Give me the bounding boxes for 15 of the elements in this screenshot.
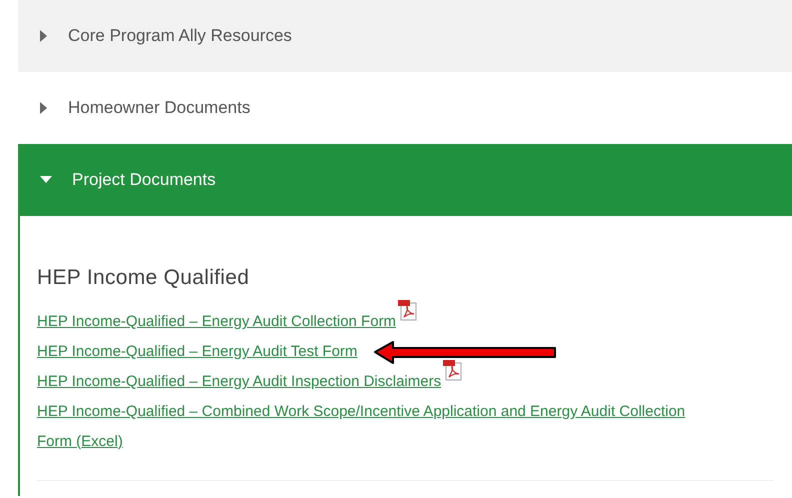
pdf-icon bbox=[442, 359, 462, 381]
caret-right-icon bbox=[40, 30, 48, 42]
document-link[interactable]: HEP Income-Qualified – Energy Audit Test Form bbox=[37, 337, 358, 367]
section-heading: HEP Income Qualified bbox=[37, 266, 250, 290]
accordion-title: Homeowner Documents bbox=[68, 98, 250, 118]
accordion-header[interactable]: Project Documents bbox=[18, 144, 792, 216]
caret-right-icon bbox=[40, 102, 48, 114]
document-link[interactable]: HEP Income-Qualified – Energy Audit Inspection Disclaimers bbox=[37, 367, 442, 397]
accordion-header[interactable]: Core Program Ally Resources bbox=[18, 0, 792, 72]
caret-down-icon bbox=[40, 176, 52, 184]
accordion-title: Core Program Ally Resources bbox=[68, 26, 292, 46]
pdf-icon bbox=[397, 299, 418, 321]
document-link[interactable]: HEP Income-Qualified – Combined Work Scope/Incentive Application and Energy Audit Collection Form (Excel) bbox=[37, 397, 717, 457]
accordion-title: Project Documents bbox=[72, 170, 216, 190]
document-link[interactable]: HEP Income-Qualified – Energy Audit Collection Form bbox=[37, 307, 396, 337]
